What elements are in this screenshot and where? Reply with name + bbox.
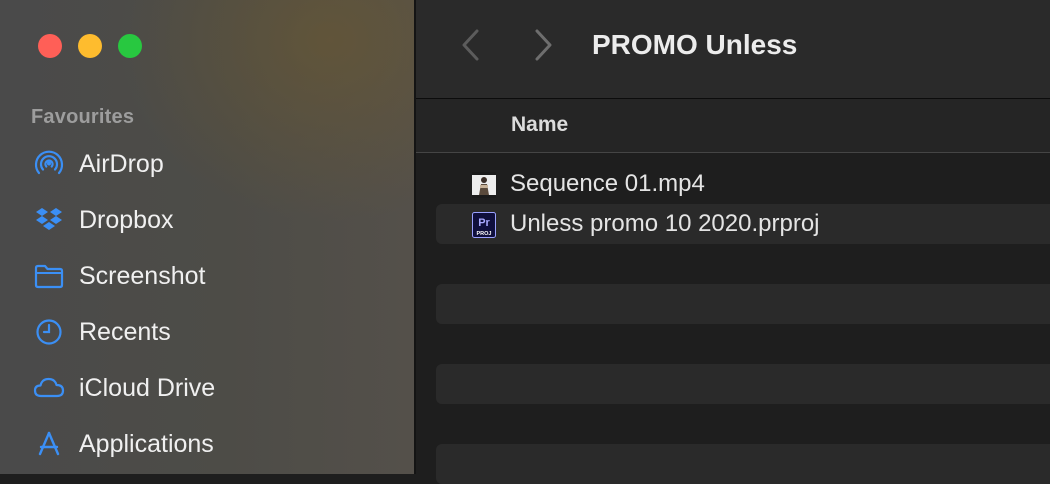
file-row[interactable]: Pr PROJ Unless promo 10 2020.prproj — [436, 204, 1050, 244]
chevron-left-icon — [462, 29, 479, 61]
sidebar-item-recents[interactable]: Recents — [0, 306, 414, 358]
close-window-button[interactable] — [38, 34, 62, 58]
premiere-badge-subtext: PROJ — [477, 231, 492, 237]
sidebar-item-label: Screenshot — [79, 262, 206, 290]
sidebar-item-label: iCloud Drive — [79, 374, 216, 402]
toolbar: PROMO Unless — [416, 0, 1050, 98]
sidebar-item-icloud-drive[interactable]: iCloud Drive — [0, 362, 414, 414]
premiere-project-icon: Pr PROJ — [472, 212, 496, 238]
empty-row — [436, 284, 1050, 324]
video-thumbnail-icon — [472, 172, 496, 198]
file-row[interactable]: Sequence 01.mp4 — [436, 164, 1050, 204]
applications-icon — [38, 431, 60, 456]
airdrop-icon — [34, 150, 64, 175]
file-name: Sequence 01.mp4 — [510, 170, 705, 197]
clock-icon — [36, 319, 62, 345]
folder-icon — [34, 264, 64, 289]
zoom-window-button[interactable] — [118, 34, 142, 58]
sidebar-item-label: AirDrop — [79, 150, 164, 178]
sidebar-item-label: Applications — [79, 430, 214, 458]
cloud-icon — [33, 377, 65, 398]
column-header: Name — [416, 99, 1050, 153]
premiere-badge-text: Pr — [478, 217, 490, 229]
forward-button[interactable] — [526, 28, 558, 62]
minimize-window-button[interactable] — [78, 34, 102, 58]
sidebar-section-title: Favourites — [31, 106, 135, 128]
chevron-right-icon — [535, 29, 552, 61]
sidebar-item-dropbox[interactable]: Dropbox — [0, 194, 414, 246]
sidebar-item-label: Recents — [79, 318, 171, 346]
window-title: PROMO Unless — [592, 29, 798, 60]
empty-row — [436, 364, 1050, 404]
sidebar-item-label: Dropbox — [79, 206, 174, 234]
header-divider — [416, 152, 1050, 153]
file-name: Unless promo 10 2020.prproj — [510, 210, 820, 237]
column-header-name[interactable]: Name — [511, 113, 568, 137]
sidebar-item-screenshot[interactable]: Screenshot — [0, 250, 414, 302]
file-browser: PROMO Unless Name Sequence 01.mp4 Pr PRO… — [416, 0, 1050, 484]
dropbox-icon — [36, 208, 62, 230]
sidebar-item-airdrop[interactable]: AirDrop — [0, 138, 414, 190]
empty-row — [436, 444, 1050, 484]
sidebar: Favourites AirDrop Dropbox Screenshot Re… — [0, 0, 414, 474]
sidebar-item-applications[interactable]: Applications — [0, 418, 414, 470]
back-button[interactable] — [456, 28, 488, 62]
